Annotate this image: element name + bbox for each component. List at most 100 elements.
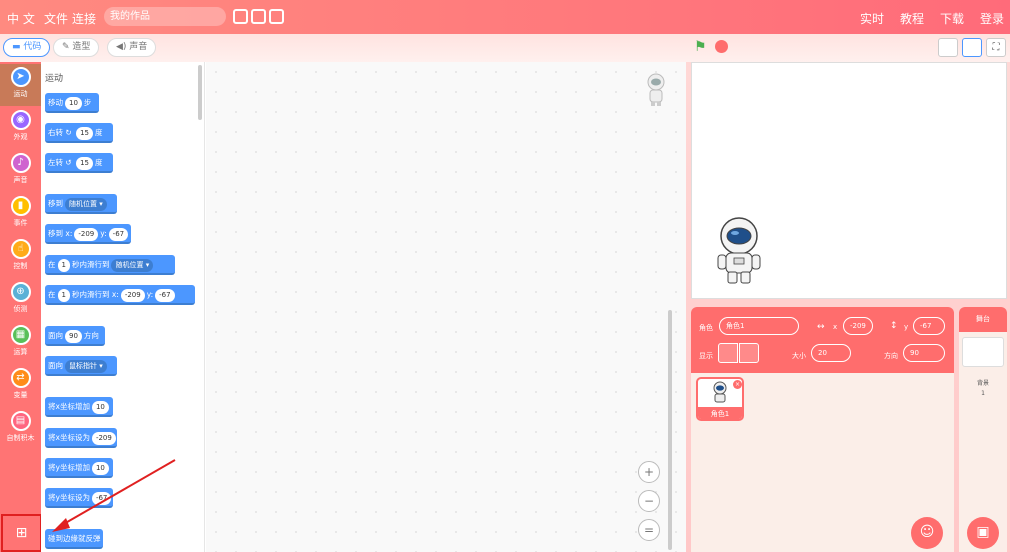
block-point-towards[interactable]: 面向 鼠标指针 ▾ — [45, 356, 117, 376]
block-goto[interactable]: 移到 随机位置 ▾ — [45, 194, 117, 214]
block-input[interactable]: -67 — [155, 288, 175, 302]
category-label: 侦测 — [13, 305, 28, 313]
category-my-blocks[interactable]: ▤ 自制积木 — [0, 408, 41, 450]
x-input[interactable]: -209 — [843, 317, 873, 335]
save-as-icon[interactable] — [251, 9, 266, 24]
category-operators[interactable]: ▦ 运算 — [0, 322, 41, 364]
file-menu[interactable]: 文件 — [44, 10, 68, 27]
small-stage-icon[interactable] — [938, 38, 958, 57]
connect-menu[interactable]: 连接 — [72, 10, 96, 27]
add-sprite-button[interactable]: ☺ — [911, 517, 943, 549]
block-set-x[interactable]: 将x坐标设为 -209 — [45, 428, 117, 448]
block-dropdown[interactable]: 鼠标指针 ▾ — [65, 359, 107, 373]
block-dropdown[interactable]: 随机位置 ▾ — [65, 197, 107, 211]
looks-icon: ◉ — [10, 110, 31, 130]
block-point-direction[interactable]: 面向 90 方向 — [45, 326, 105, 346]
category-motion[interactable]: ➤ 运动 — [0, 64, 41, 106]
block-input[interactable]: 10 — [91, 461, 109, 475]
sound-icon: ♪ — [10, 153, 31, 173]
show-visible-button[interactable] — [718, 343, 738, 363]
block-input[interactable]: 15 — [76, 156, 93, 170]
sensing-icon: ⊕ — [10, 282, 31, 302]
category-label: 运动 — [13, 90, 28, 98]
block-change-y[interactable]: 将y坐标增加 10 — [45, 458, 113, 478]
category-sensing[interactable]: ⊕ 侦测 — [0, 279, 41, 321]
block-dropdown[interactable]: 随机位置 ▾ — [111, 258, 154, 272]
add-extension-button[interactable]: ⊞ — [1, 514, 42, 552]
share-icon[interactable] — [269, 9, 284, 24]
block-input[interactable]: 90 — [65, 329, 82, 343]
code-workspace[interactable] — [206, 62, 686, 552]
myblocks-icon: ▤ — [10, 411, 31, 431]
stop-icon[interactable] — [715, 40, 728, 53]
block-glide-to[interactable]: 在 1 秒内滑行到 随机位置 ▾ — [45, 255, 175, 275]
green-flag-icon[interactable]: ⚑ — [694, 39, 707, 55]
block-goto-xy[interactable]: 移到 x: -209 y: -67 — [45, 224, 131, 244]
realtime-menu[interactable]: 实时 — [860, 10, 884, 27]
language-menu[interactable]: 中 文 — [7, 10, 35, 27]
tab-costume[interactable]: ✎ 造型 — [53, 38, 100, 57]
code-icon: ▬ — [12, 42, 24, 52]
login-menu[interactable]: 登录 — [980, 10, 1004, 27]
block-turn-right[interactable]: 右转 ↻ 15 度 — [45, 123, 113, 143]
tab-sound[interactable]: ◀) 声音 — [107, 38, 157, 57]
category-label: 自制积木 — [6, 434, 35, 442]
category-sound[interactable]: ♪ 声音 — [0, 150, 41, 192]
cat-plus-icon: ☺ — [919, 524, 935, 540]
block-turn-left[interactable]: 左转 ↺ 15 度 — [45, 153, 113, 173]
category-variables[interactable]: ⇄ 变量 — [0, 365, 41, 407]
palette-scrollbar[interactable] — [198, 65, 202, 120]
stage-canvas[interactable] — [691, 62, 1007, 299]
block-input[interactable]: -209 — [74, 227, 99, 241]
control-icon: ☝ — [10, 239, 31, 259]
block-input[interactable]: 1 — [57, 258, 70, 272]
tutorials-menu[interactable]: 教程 — [900, 10, 924, 27]
block-set-y[interactable]: 将y坐标设为 -67 — [45, 488, 113, 508]
category-looks[interactable]: ◉ 外观 — [0, 107, 41, 149]
block-input[interactable]: -209 — [91, 431, 116, 445]
tab-code[interactable]: ▬ 代码 — [3, 38, 51, 57]
stage-thumbnail[interactable] — [962, 337, 1004, 367]
save-icon[interactable] — [233, 9, 248, 24]
block-input[interactable]: 10 — [91, 400, 109, 414]
block-text: 在 — [48, 290, 56, 299]
astronaut-sprite[interactable] — [714, 216, 764, 286]
add-backdrop-button[interactable]: ▣ — [967, 517, 999, 549]
block-text: 将y坐标增加 — [48, 463, 90, 472]
category-label: 声音 — [13, 176, 28, 184]
show-label: 显示 — [699, 352, 713, 360]
workspace-scrollbar[interactable] — [668, 310, 672, 550]
fullscreen-icon[interactable]: ⛶ — [986, 38, 1006, 57]
download-menu[interactable]: 下载 — [940, 10, 964, 27]
block-change-x[interactable]: 将x坐标增加 10 — [45, 397, 113, 417]
size-input[interactable]: 20 — [811, 344, 851, 362]
block-input[interactable]: 15 — [76, 126, 93, 140]
block-input[interactable]: 10 — [65, 96, 82, 110]
block-glide-xy[interactable]: 在 1 秒内滑行到 x: -209 y: -67 — [45, 285, 195, 305]
category-label: 变量 — [13, 391, 28, 399]
project-title-input[interactable]: 我的作品 — [104, 7, 226, 26]
block-input[interactable]: -209 — [120, 288, 145, 302]
zoom-in-button[interactable]: + — [638, 461, 660, 483]
zoom-out-button[interactable]: − — [638, 490, 660, 512]
sprite-delete-icon[interactable]: × — [733, 380, 742, 389]
sprite-name-input[interactable]: 角色1 — [719, 317, 799, 335]
direction-input[interactable]: 90 — [903, 344, 945, 362]
turn-right-icon: ↻ — [63, 128, 75, 137]
hide-visible-button[interactable] — [739, 343, 759, 363]
sprite-thumbnail-icon — [644, 73, 668, 107]
zoom-reset-button[interactable]: = — [638, 519, 660, 541]
y-input[interactable]: -67 — [913, 317, 945, 335]
dropdown-label: 鼠标指针 — [69, 361, 97, 370]
category-events[interactable]: ▮ 事件 — [0, 193, 41, 235]
y-label: y — [904, 323, 909, 331]
block-input[interactable]: -67 — [91, 491, 112, 505]
normal-stage-icon[interactable] — [962, 38, 982, 57]
category-control[interactable]: ☝ 控制 — [0, 236, 41, 278]
variables-icon: ⇄ — [10, 368, 31, 388]
block-bounce[interactable]: 碰到边缘就反弹 — [45, 529, 103, 549]
block-input[interactable]: -67 — [108, 227, 129, 241]
block-input[interactable]: 1 — [57, 288, 70, 302]
block-move-steps[interactable]: 移动 10 步 — [45, 93, 99, 113]
sprite-tile[interactable]: × 角色1 — [696, 377, 744, 421]
